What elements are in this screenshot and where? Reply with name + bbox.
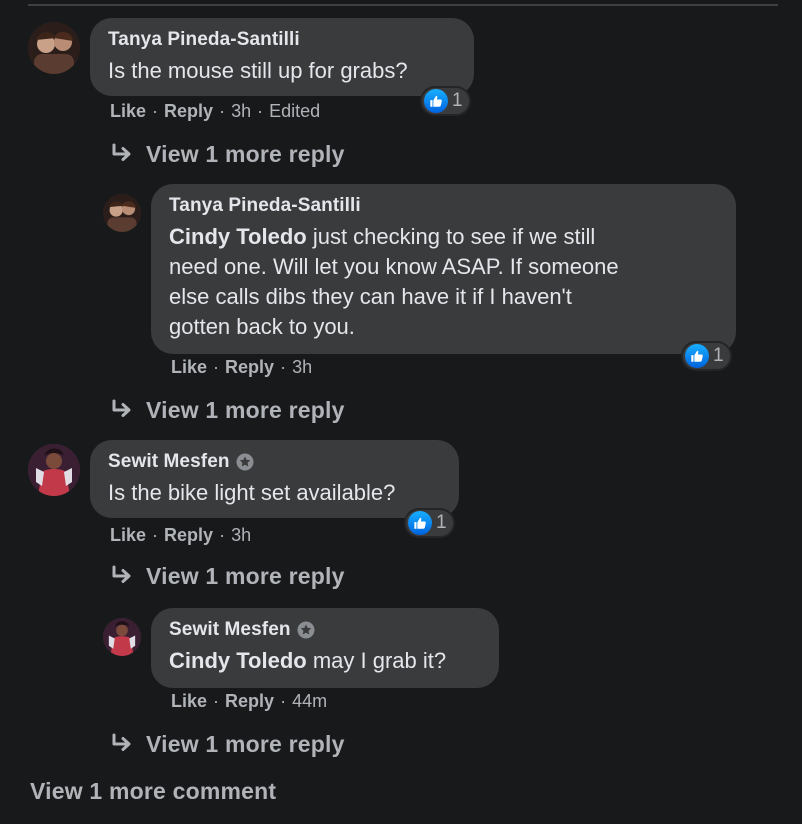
- reaction-badge[interactable]: 1: [404, 508, 455, 538]
- comment-actions: Like · Reply · 3h · Edited: [110, 100, 321, 122]
- comment-text: Is the bike light set available?: [108, 480, 396, 505]
- timestamp[interactable]: 3h: [231, 101, 251, 122]
- reply-arrow-icon: [110, 565, 134, 587]
- reply-text: Cindy Toledo may I grab it?: [169, 648, 447, 673]
- view-more-replies-label: View 1 more reply: [146, 140, 345, 167]
- reply-arrow-icon: [110, 399, 134, 421]
- view-more-replies-label: View 1 more reply: [146, 562, 345, 589]
- reply-actions: Like · Reply · 3h: [171, 356, 313, 378]
- thumbs-up-icon: [685, 344, 709, 368]
- reaction-count: 1: [436, 512, 447, 533]
- like-button[interactable]: Like: [110, 101, 146, 122]
- view-more-replies-link[interactable]: View 1 more reply: [110, 139, 345, 169]
- star-badge-icon[interactable]: [236, 453, 254, 471]
- view-more-comments-link[interactable]: View 1 more comment: [30, 778, 276, 805]
- reply-button[interactable]: Reply: [164, 101, 213, 122]
- avatar[interactable]: [28, 444, 80, 496]
- avatar-photo: [28, 444, 80, 496]
- thumbs-up-icon: [408, 511, 432, 535]
- avatar[interactable]: [103, 618, 141, 656]
- avatar-photo: [103, 618, 141, 656]
- reaction-badge[interactable]: 1: [420, 86, 471, 116]
- reply-bubble: Sewit Mesfen Cindy Toledo may I grab it?: [151, 608, 499, 688]
- view-more-replies-link[interactable]: View 1 more reply: [110, 729, 345, 759]
- reply-author[interactable]: Sewit Mesfen: [169, 619, 291, 641]
- like-button[interactable]: Like: [110, 525, 146, 546]
- reply-button[interactable]: Reply: [225, 691, 274, 712]
- divider: [28, 4, 778, 6]
- reply-button[interactable]: Reply: [164, 525, 213, 546]
- view-more-replies-link[interactable]: View 1 more reply: [110, 561, 345, 591]
- avatar-photo: [103, 194, 141, 232]
- reaction-badge[interactable]: 1: [681, 341, 732, 371]
- mention-link[interactable]: Cindy Toledo: [169, 224, 307, 249]
- timestamp[interactable]: 44m: [292, 691, 327, 712]
- timestamp[interactable]: 3h: [292, 357, 312, 378]
- comment-actions: Like · Reply · 3h: [110, 524, 252, 546]
- like-button[interactable]: Like: [171, 357, 207, 378]
- reply-bubble: Tanya Pineda-Santilli Cindy Toledo just …: [151, 184, 736, 354]
- like-button[interactable]: Like: [171, 691, 207, 712]
- reply-author[interactable]: Tanya Pineda-Santilli: [169, 195, 361, 217]
- reply-arrow-icon: [110, 143, 134, 165]
- mention-link[interactable]: Cindy Toledo: [169, 648, 307, 673]
- comment-author[interactable]: Sewit Mesfen: [108, 451, 230, 473]
- comment-bubble: Sewit Mesfen Is the bike light set avail…: [90, 440, 459, 518]
- reaction-count: 1: [713, 345, 724, 366]
- comments-panel: Tanya Pineda-Santilli Is the mouse still…: [0, 0, 802, 824]
- reaction-count: 1: [452, 90, 463, 111]
- view-more-replies-label: View 1 more reply: [146, 396, 345, 423]
- edited-label[interactable]: Edited: [269, 101, 320, 122]
- reply-arrow-icon: [110, 733, 134, 755]
- avatar[interactable]: [28, 22, 80, 74]
- thumbs-up-icon: [424, 89, 448, 113]
- comment-author[interactable]: Tanya Pineda-Santilli: [108, 29, 300, 51]
- comment-bubble: Tanya Pineda-Santilli Is the mouse still…: [90, 18, 474, 96]
- star-badge-icon[interactable]: [297, 621, 315, 639]
- view-more-replies-link[interactable]: View 1 more reply: [110, 395, 345, 425]
- avatar-photo: [28, 22, 80, 74]
- reply-actions: Like · Reply · 44m: [171, 690, 328, 712]
- comment-text: Is the mouse still up for grabs?: [108, 58, 408, 83]
- timestamp[interactable]: 3h: [231, 525, 251, 546]
- reply-text: Cindy Toledo just checking to see if we …: [169, 224, 619, 339]
- reply-button[interactable]: Reply: [225, 357, 274, 378]
- view-more-replies-label: View 1 more reply: [146, 730, 345, 757]
- avatar[interactable]: [103, 194, 141, 232]
